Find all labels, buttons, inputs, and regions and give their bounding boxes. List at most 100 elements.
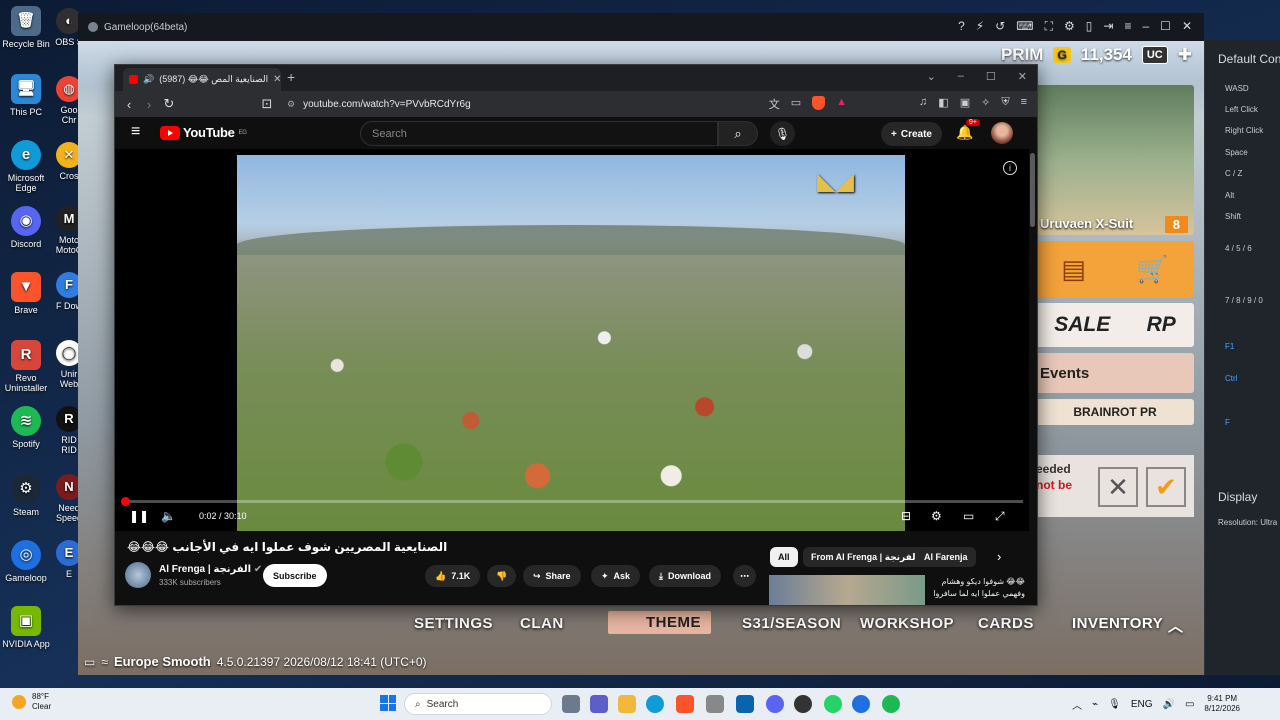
menu-workshop[interactable]: WORKSHOP xyxy=(860,615,954,632)
create-button[interactable]: + Create xyxy=(881,122,942,146)
key-space[interactable]: Space xyxy=(1225,148,1248,157)
rotate-icon[interactable]: ↺ xyxy=(995,19,1005,34)
menu-theme[interactable]: THEME xyxy=(608,611,711,634)
this-pc-icon[interactable]: 🖥 This PC xyxy=(2,74,50,117)
brave-shield-icon[interactable] xyxy=(812,96,826,110)
related-video-thumbnail[interactable] xyxy=(769,575,925,605)
gameloop-taskbar-icon[interactable] xyxy=(852,695,870,713)
whatsapp-icon[interactable] xyxy=(824,695,842,713)
menu-icon[interactable]: ≡ xyxy=(1124,19,1131,34)
chip-from-channel[interactable]: From Al Frenga | الفرنجة xyxy=(803,547,927,567)
network-icon[interactable]: ⌁ xyxy=(1092,699,1098,710)
edge-taskbar-icon[interactable] xyxy=(646,695,664,713)
page-scrollbar[interactable] xyxy=(1030,153,1035,227)
boost-icon[interactable]: ⚡ xyxy=(976,19,984,34)
new-tab-button[interactable]: + xyxy=(287,69,295,85)
mail-icon[interactable] xyxy=(736,695,754,713)
media-icon[interactable]: ♫ xyxy=(919,96,927,109)
edge-icon[interactable]: e Microsoft Edge xyxy=(2,140,50,193)
weather-widget[interactable]: 88°F Clear xyxy=(12,692,51,712)
settings-icon[interactable]: ⚙ xyxy=(1064,19,1075,34)
sidebar-toggle-icon[interactable]: ▯ xyxy=(1086,19,1093,34)
ask-button[interactable]: ✦ Ask xyxy=(591,565,641,587)
prime-label[interactable]: PRIM xyxy=(1001,45,1044,65)
brave-taskbar-icon[interactable] xyxy=(676,695,694,713)
extensions-icon[interactable]: ✧ xyxy=(981,96,990,109)
pause-icon[interactable]: ❚❚ xyxy=(129,509,149,523)
confirm-button[interactable]: ✔ xyxy=(1146,467,1186,507)
subscribe-button[interactable]: Subscribe xyxy=(263,564,327,587)
gameloop-icon[interactable]: ◎ Gameloop xyxy=(2,540,50,583)
minimize-icon[interactable]: – xyxy=(958,70,964,83)
voice-search-button[interactable]: 🎙 xyxy=(770,121,795,146)
steam-taskbar-icon[interactable] xyxy=(794,695,812,713)
theater-mode-icon[interactable]: ▭ xyxy=(963,509,974,523)
vpn-icon[interactable]: ⛨ xyxy=(1001,96,1009,109)
volume-icon[interactable]: 🔈 xyxy=(161,509,176,523)
more-actions-button[interactable]: ⋯ xyxy=(733,565,756,587)
minimize-icon[interactable]: – xyxy=(1142,19,1149,34)
search-input[interactable]: Search xyxy=(360,121,718,146)
video-player[interactable]: ◣◢ i ❚❚ 🔈 0:02 / 30:10 ⊟ ⚙ ▭ ⤢ xyxy=(115,149,1029,531)
maximize-icon[interactable]: ☐ xyxy=(1160,19,1171,34)
reload-icon[interactable]: ↻ xyxy=(159,96,179,112)
menu-clan[interactable]: CLAN xyxy=(520,615,564,632)
cast-icon[interactable]: ▭ xyxy=(791,96,801,112)
close-icon[interactable]: ✕ xyxy=(1018,70,1027,83)
back-icon[interactable]: ‹ xyxy=(119,97,139,112)
nvidia-app-icon[interactable]: ▣ NVIDIA App xyxy=(2,606,50,649)
menu-cards[interactable]: CARDS xyxy=(978,615,1034,632)
task-view-icon[interactable] xyxy=(562,695,580,713)
spotify-icon[interactable]: ≋ Spotify xyxy=(2,406,50,449)
key-wasd[interactable]: WASD xyxy=(1225,84,1249,93)
info-icon[interactable]: i xyxy=(1003,161,1017,175)
video-frame[interactable]: ◣◢ xyxy=(237,155,905,531)
chevron-up-icon[interactable]: ︿ xyxy=(1168,615,1184,636)
url-field[interactable]: ⚙ youtube.com/watch?v=PVvbRCdYr6g xyxy=(287,96,757,112)
mic-icon[interactable]: 🎙 xyxy=(1108,699,1121,710)
wallet-icon[interactable]: ▣ xyxy=(960,96,970,109)
revo-uninstaller-icon[interactable]: R Revo Uninstaller xyxy=(2,340,50,393)
dislike-button[interactable]: 👎 xyxy=(487,565,517,587)
pin-icon[interactable]: ⇥ xyxy=(1103,19,1113,34)
rewards-icon[interactable]: ▲ xyxy=(836,96,847,112)
key-shift[interactable]: Shift xyxy=(1225,212,1241,221)
chip-al-farenja[interactable]: Al Farenja xyxy=(916,547,976,567)
start-button[interactable] xyxy=(380,695,396,711)
taskbar-search[interactable]: ⌕ Search xyxy=(404,693,552,715)
search-button[interactable]: ⌕ xyxy=(718,121,758,146)
sidebar-icon[interactable]: ◧ xyxy=(938,96,948,109)
key-f1[interactable]: F1 xyxy=(1225,342,1234,351)
obs-taskbar-icon[interactable] xyxy=(590,695,608,713)
cancel-button[interactable]: ✕ xyxy=(1098,467,1138,507)
menu-settings[interactable]: SETTINGS xyxy=(414,615,493,632)
share-button[interactable]: ↪ Share xyxy=(523,565,581,587)
channel-name[interactable]: Al Frenga | الفرنجة ✔ xyxy=(159,564,262,575)
key-cz[interactable]: C / Z xyxy=(1225,169,1242,178)
tab-search-icon[interactable]: ⌄ xyxy=(927,70,936,83)
language-indicator[interactable]: ENG xyxy=(1131,699,1153,710)
store-icon[interactable] xyxy=(706,695,724,713)
guide-menu-icon[interactable]: ≡ xyxy=(131,123,140,141)
volume-icon[interactable]: 🔊 xyxy=(1163,699,1175,710)
uc-label[interactable]: UC xyxy=(1141,46,1168,64)
close-icon[interactable]: ✕ xyxy=(1182,19,1192,34)
avatar[interactable] xyxy=(991,122,1013,144)
site-info-icon[interactable]: ⚙ xyxy=(287,99,295,110)
fullscreen-icon[interactable]: ⛶ xyxy=(1045,19,1053,34)
key-456[interactable]: 4 / 5 / 6 xyxy=(1225,244,1252,253)
chip-all[interactable]: All xyxy=(770,547,798,567)
menu-inventory[interactable]: INVENTORY xyxy=(1072,615,1163,632)
battery-icon[interactable]: ▭ xyxy=(1185,699,1194,710)
brainrot-banner[interactable]: BRAINROT PR xyxy=(1036,399,1194,425)
tray-chevron-icon[interactable]: ︿ xyxy=(1072,697,1082,712)
channel-avatar[interactable] xyxy=(125,562,151,588)
help-icon[interactable]: ? xyxy=(958,19,965,34)
spotify-taskbar-icon[interactable] xyxy=(882,695,900,713)
events-banner[interactable]: Events xyxy=(1036,353,1194,393)
youtube-logo[interactable]: YouTube EG xyxy=(160,125,247,140)
key-ctrl[interactable]: Ctrl xyxy=(1225,374,1237,383)
sale-banner[interactable]: SALE RP xyxy=(1036,303,1194,347)
chevron-right-icon[interactable]: › xyxy=(997,549,1001,564)
download-button[interactable]: ⤓ Download xyxy=(649,565,721,587)
